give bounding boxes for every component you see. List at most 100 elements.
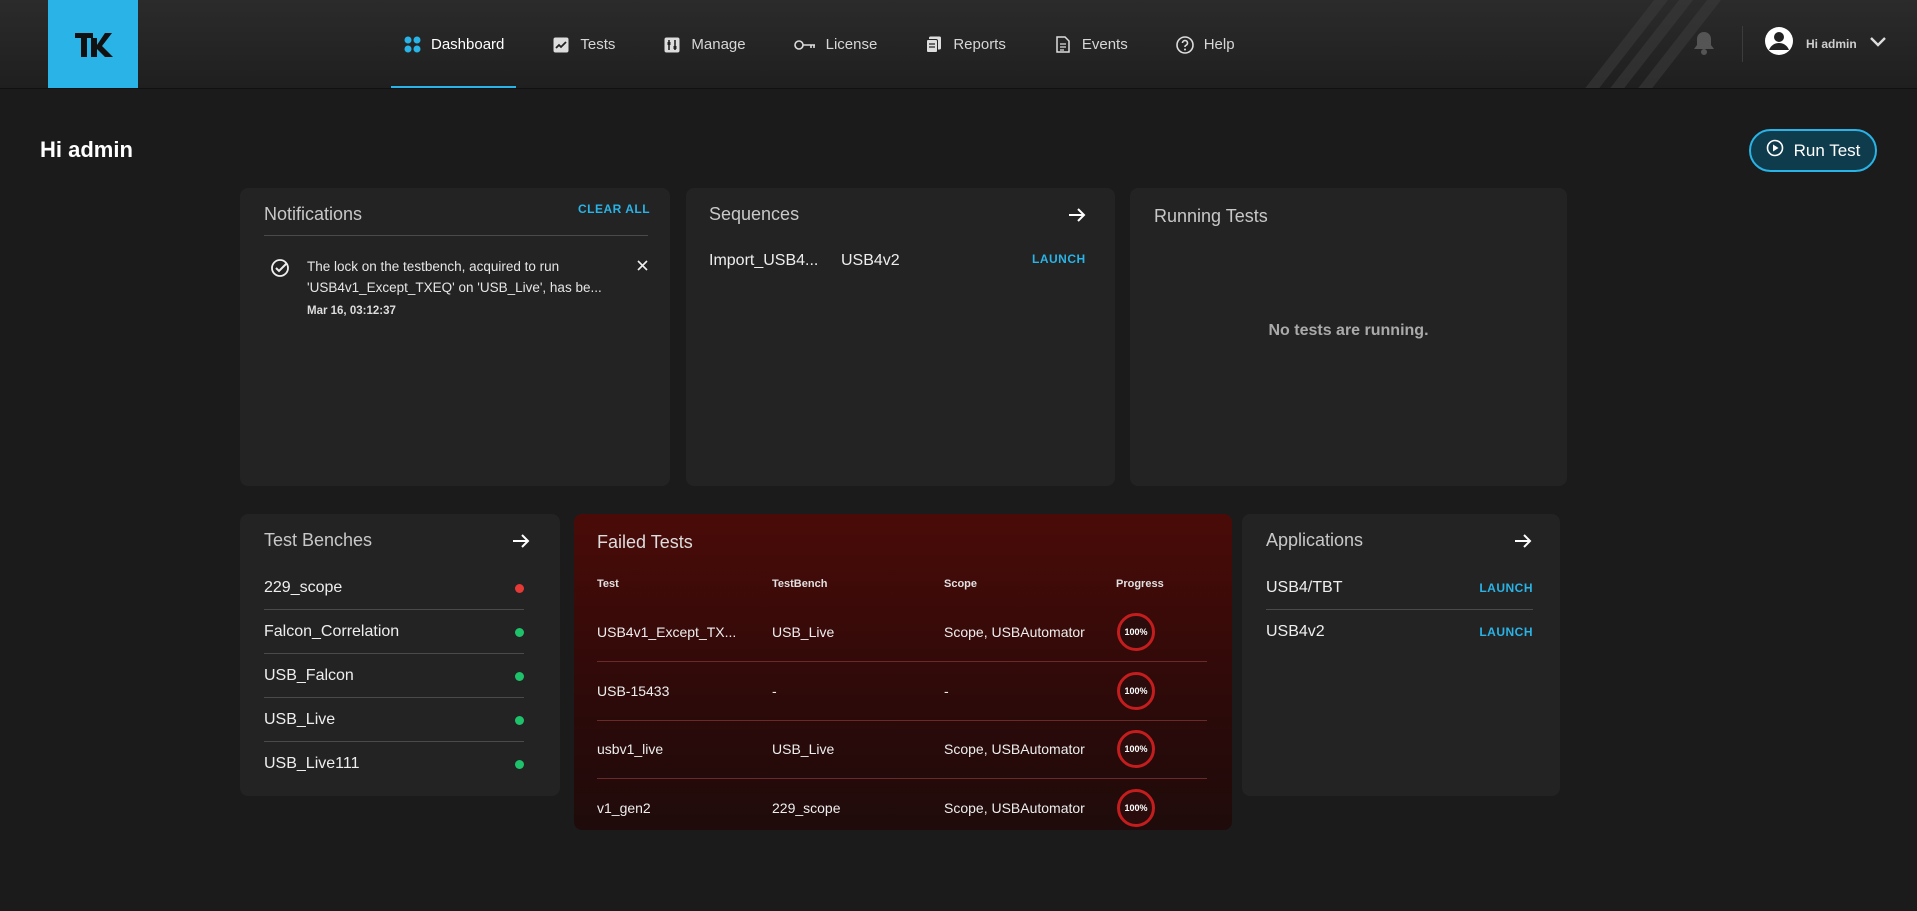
notifications-title: Notifications <box>264 204 363 224</box>
test-name: usbv1_live <box>597 741 664 757</box>
app-name: USB4/TBT <box>1266 579 1343 596</box>
list-item: USB4v2 LAUNCH <box>1266 610 1533 654</box>
notifications-card <box>240 188 670 486</box>
applications-title: Applications <box>1266 530 1364 550</box>
notification-message: The lock on the testbench, acquired to r… <box>307 256 622 298</box>
test-name: USB4v1_Except_TX... <box>597 624 737 640</box>
nav-license[interactable]: License <box>782 0 890 88</box>
sequences-title: Sequences <box>709 204 800 224</box>
divider <box>264 235 648 236</box>
notification-line: 'USB4v1_Except_TXEQ' on 'USB_Live', has … <box>307 280 602 295</box>
reports-icon <box>925 36 943 54</box>
logo[interactable] <box>48 0 138 88</box>
nav-events[interactable]: Events <box>1042 0 1140 88</box>
status-dot <box>515 671 524 681</box>
header-separator <box>1742 26 1743 62</box>
user-menu[interactable]: Hi admin <box>1764 26 1887 61</box>
list-item[interactable]: USB_Falcon <box>264 654 524 698</box>
check-circle-icon <box>270 258 290 283</box>
notification-bell-icon[interactable] <box>1693 30 1715 61</box>
test-bench: USB_Live <box>772 624 835 640</box>
list-item: USB4/TBT LAUNCH <box>1266 566 1533 610</box>
applications-card <box>1242 514 1560 796</box>
chart-icon <box>552 36 570 54</box>
test-bench: USB_Live <box>772 741 835 757</box>
test-scope: Scope, USBAutomator <box>944 624 1085 640</box>
run-test-button[interactable]: Run Test <box>1749 129 1877 172</box>
app-name: USB4v2 <box>1266 623 1325 640</box>
sequence-launch-button[interactable]: LAUNCH <box>1032 252 1086 266</box>
column-header: TestBench <box>772 578 828 590</box>
nav-label: Dashboard <box>431 36 505 53</box>
nav-label: License <box>825 36 878 53</box>
table-row[interactable]: v1_gen2 229_scope Scope, USBAutomator 10… <box>597 779 1207 838</box>
tk-logo-icon <box>75 32 113 57</box>
nav-label: Tests <box>580 36 616 53</box>
table-row[interactable]: USB-15433 - - 100% <box>597 662 1207 721</box>
empty-state-text: No tests are running. <box>1268 322 1429 339</box>
bench-name: USB_Falcon <box>264 667 354 684</box>
document-icon <box>1054 36 1072 54</box>
test-bench: 229_scope <box>772 800 841 816</box>
notification-line: The lock on the testbench, acquired to r… <box>307 259 560 274</box>
status-dot <box>515 759 524 769</box>
top-nav-bar: Dashboard Tests Manage License Reports E… <box>0 0 1917 89</box>
nav-tests[interactable]: Tests <box>540 0 627 88</box>
help-icon <box>1175 35 1194 54</box>
main-nav: Dashboard Tests Manage License Reports E… <box>391 0 1271 88</box>
bench-name: USB_Live <box>264 711 336 728</box>
bench-name: 229_scope <box>264 579 343 596</box>
table-row[interactable]: USB4v1_Except_TX... USB_Live Scope, USBA… <box>597 603 1207 662</box>
nav-label: Manage <box>691 36 746 53</box>
nav-help[interactable]: Help <box>1164 0 1247 88</box>
app-launch-button[interactable]: LAUNCH <box>1479 625 1533 639</box>
clear-all-button[interactable]: CLEAR ALL <box>578 202 650 216</box>
close-icon[interactable] <box>637 258 648 276</box>
test-benches-title: Test Benches <box>264 530 373 550</box>
test-scope: - <box>944 683 949 699</box>
play-circle-icon <box>1766 139 1784 162</box>
progress-ring: 100% <box>1117 613 1155 651</box>
run-test-label: Run Test <box>1793 140 1861 160</box>
running-tests-title: Running Tests <box>1154 206 1268 226</box>
bench-name: Falcon_Correlation <box>264 623 400 640</box>
nav-dashboard[interactable]: Dashboard <box>391 0 517 88</box>
column-header: Scope <box>944 578 978 590</box>
nav-label: Reports <box>953 36 1006 53</box>
sliders-icon <box>663 36 681 54</box>
nav-manage[interactable]: Manage <box>651 0 757 88</box>
progress-ring: 100% <box>1117 672 1155 710</box>
arrow-right-icon[interactable] <box>512 533 530 554</box>
list-item[interactable]: Falcon_Correlation <box>264 610 524 654</box>
status-dot <box>515 583 524 593</box>
bench-name: USB_Live111 <box>264 755 360 772</box>
test-name: USB-15433 <box>597 683 670 699</box>
chevron-down-icon[interactable] <box>1869 35 1887 53</box>
list-item[interactable]: USB_Live111 <box>264 742 524 786</box>
status-dot <box>515 715 524 725</box>
test-scope: Scope, USBAutomator <box>944 741 1085 757</box>
user-name: Hi admin <box>1806 36 1857 51</box>
sequences-card <box>686 188 1115 486</box>
test-bench: - <box>772 683 777 699</box>
sequence-name: Import_USB4... <box>709 252 819 269</box>
user-avatar-icon <box>1764 26 1794 61</box>
list-item[interactable]: 229_scope <box>264 566 524 610</box>
progress-ring: 100% <box>1117 730 1155 768</box>
notification-timestamp: Mar 16, 03:12:37 <box>307 305 396 317</box>
progress-ring: 100% <box>1117 789 1155 827</box>
dashboard-grid-icon <box>403 36 421 54</box>
arrow-right-icon[interactable] <box>1068 207 1086 228</box>
sequence-app: USB4v2 <box>841 252 900 269</box>
arrow-right-icon[interactable] <box>1514 533 1532 554</box>
nav-label: Events <box>1081 36 1128 53</box>
nav-label: Help <box>1203 36 1235 53</box>
test-scope: Scope, USBAutomator <box>944 800 1085 816</box>
nav-reports[interactable]: Reports <box>913 0 1018 88</box>
table-row[interactable]: usbv1_live USB_Live Scope, USBAutomator … <box>597 720 1207 779</box>
list-item[interactable]: USB_Live <box>264 698 524 742</box>
test-name: v1_gen2 <box>597 800 651 816</box>
column-header: Test <box>597 578 619 590</box>
page-title: Hi admin <box>40 137 133 162</box>
app-launch-button[interactable]: LAUNCH <box>1479 581 1533 595</box>
